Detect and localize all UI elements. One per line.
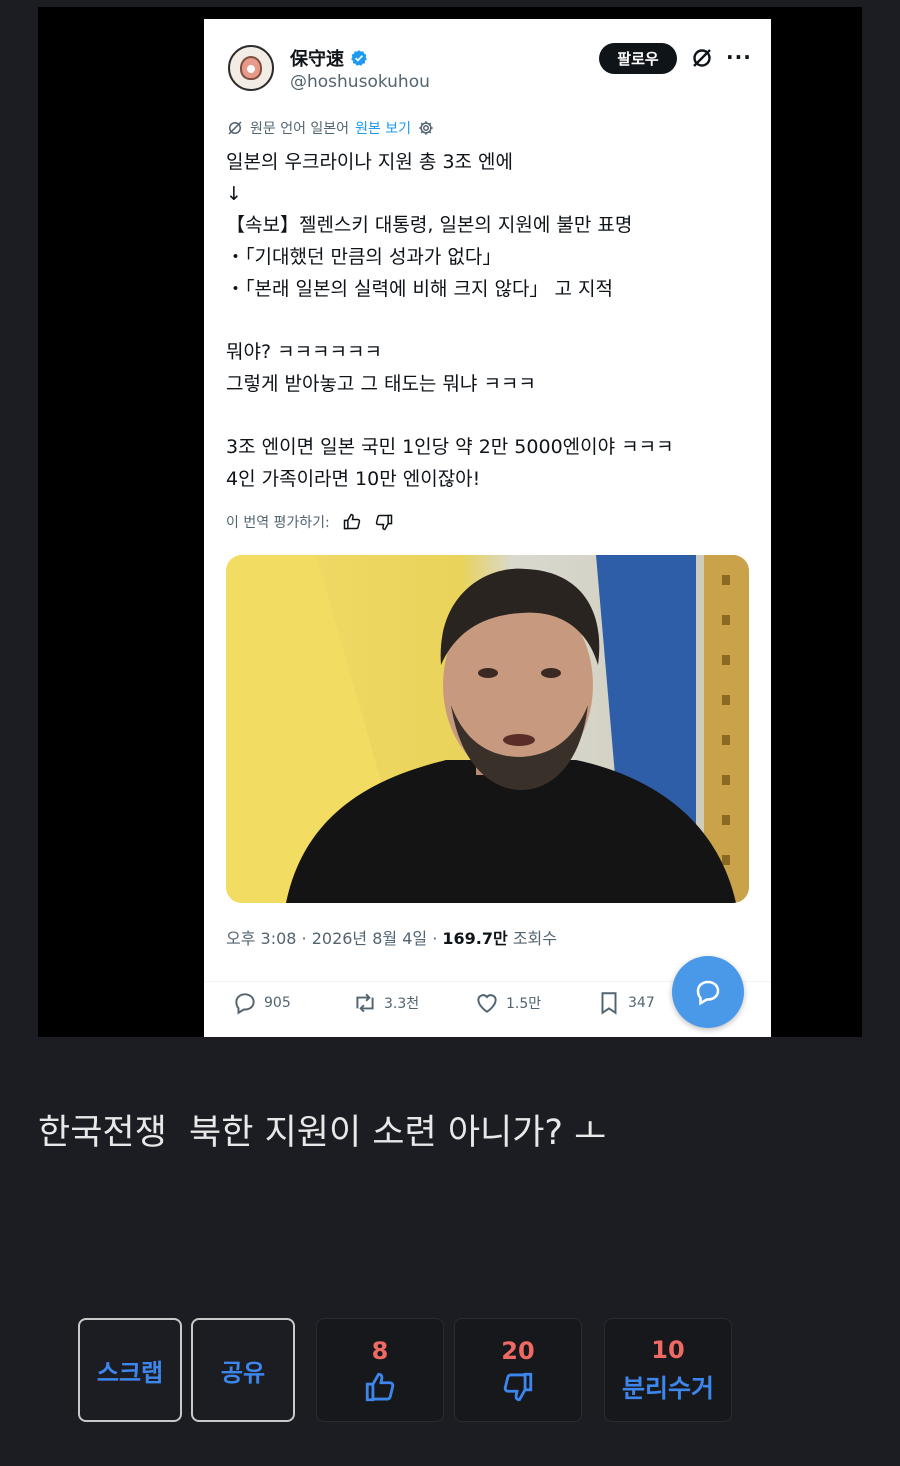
tweet-line [226, 305, 756, 337]
downvote-count: 20 [501, 1337, 535, 1365]
grok-translate-icon [228, 121, 242, 135]
tweet-line: ↓ [226, 182, 242, 205]
tweet-line: 일본의 우크라이나 지원 총 3조 엔에 [226, 151, 514, 173]
views-label: 조회수 [507, 929, 557, 948]
grok-icon[interactable] [690, 46, 714, 70]
scrap-label: 스크랩 [96, 1358, 164, 1387]
tweet-line [226, 401, 756, 433]
translate-language: 원문 언어 일본어 [250, 121, 350, 137]
thumbs-up-icon [365, 1372, 395, 1402]
retweet-action[interactable]: 3.3천 [352, 990, 419, 1016]
like-action[interactable]: 1.5만 [474, 990, 541, 1016]
thumbs-down-icon[interactable] [374, 512, 394, 532]
follow-button[interactable]: 팔로우 [599, 43, 677, 74]
post-caption: 한국전쟁 북한 지원이 소련 아니가? ㅗ [38, 1113, 607, 1153]
tweet-time: 오후 3:08 · 2026년 8월 4일 · [226, 929, 443, 948]
upvote-count: 8 [371, 1337, 389, 1365]
bookmark-count: 347 [628, 995, 655, 1011]
downvote-button[interactable]: 20 [454, 1318, 582, 1422]
share-button[interactable]: 공유 [191, 1318, 295, 1422]
reply-count: 905 [264, 995, 291, 1011]
avatar [228, 45, 274, 91]
upvote-button[interactable]: 8 [316, 1318, 444, 1422]
tweet-photo[interactable] [226, 555, 749, 903]
tweet-screenshot: 保守速 @hoshusokuhou 팔로우 ··· 원문 언어 일본어 원본 보… [204, 19, 771, 1037]
reply-icon [235, 993, 255, 1015]
chat-bubble-icon [696, 980, 720, 1006]
show-original-link[interactable]: 원본 보기 [355, 118, 411, 138]
more-icon[interactable]: ··· [726, 45, 752, 69]
retweet-icon [356, 993, 374, 1013]
recycle-count: 10 [651, 1336, 685, 1364]
like-count: 1.5만 [506, 996, 542, 1012]
tweet-line: ・「기대했던 만큼의 성과가 없다」 [226, 246, 502, 269]
zelensky-photo [226, 555, 749, 903]
display-name: 保守速 [290, 49, 344, 70]
share-label: 공유 [220, 1358, 266, 1387]
rate-translation-row: 이 번역 평가하기: [226, 512, 394, 532]
heart-icon [477, 994, 497, 1013]
recycle-button[interactable]: 10 분리수거 [604, 1318, 732, 1422]
thumbs-down-icon [503, 1372, 533, 1402]
views-count: 169.7만 [442, 929, 508, 948]
handle: @hoshusokuhou [290, 72, 430, 92]
tweet-meta: 오후 3:08 · 2026년 8월 4일 · 169.7만 조회수 [226, 925, 557, 949]
tweet-line: 뭐야? ㅋㅋㅋㅋㅋㅋ [226, 341, 382, 364]
display-name-row: 保守速 [290, 45, 368, 71]
reply-action[interactable]: 905 [232, 990, 291, 1016]
compose-reply-button[interactable] [672, 956, 744, 1028]
tweet-line: 4인 가족이라면 10만 엔이잖아! [226, 467, 481, 490]
translation-info: 원문 언어 일본어 원본 보기 [226, 118, 435, 138]
bookmark-action[interactable]: 347 [596, 990, 655, 1016]
post-image-frame: 保守速 @hoshusokuhou 팔로우 ··· 원문 언어 일본어 원본 보… [38, 7, 862, 1037]
tweet-line: 그렇게 받아놓고 그 태도는 뭐냐 ㅋㅋㅋ [226, 372, 536, 395]
bookmark-icon [601, 992, 617, 1015]
tweet-line: 【속보】젤렌스키 대통령, 일본의 지원에 불만 표명 [226, 214, 633, 237]
recycle-label: 분리수거 [621, 1374, 714, 1403]
tweet-line: 3조 엔이면 일본 국민 1인당 약 2만 5000엔이야 ㅋㅋㅋ [226, 436, 674, 459]
scrap-button[interactable]: 스크랩 [78, 1318, 182, 1422]
tweet-line: ・「본래 일본의 실력에 비해 크지 않다」 고 지적 [226, 277, 613, 300]
gear-icon[interactable] [417, 119, 435, 137]
thumbs-up-icon[interactable] [342, 512, 362, 532]
retweet-count: 3.3천 [384, 996, 420, 1012]
rate-translation-label: 이 번역 평가하기: [226, 515, 330, 531]
tweet-text: 일본의 우크라이나 지원 총 3조 엔에 ↓ 【속보】젤렌스키 대통령, 일본의… [226, 147, 756, 496]
verified-badge-icon [351, 50, 367, 66]
